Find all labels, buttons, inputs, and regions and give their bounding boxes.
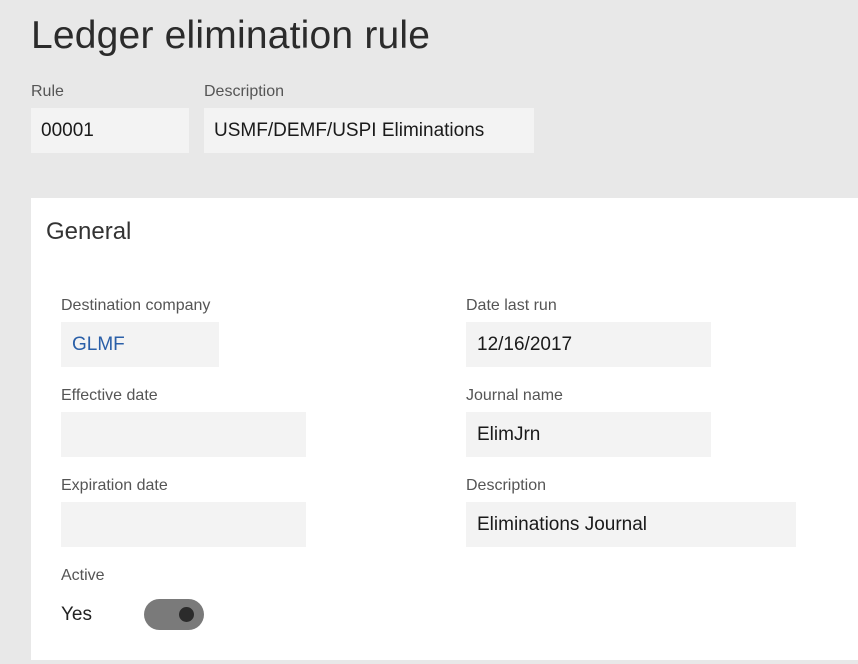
- journal-description-field[interactable]: Eliminations Journal: [466, 502, 796, 547]
- journal-description-label: Description: [466, 477, 547, 494]
- section-title-general: General: [46, 218, 132, 245]
- page-title: Ledger elimination rule: [31, 14, 431, 57]
- header-description-label: Description: [204, 83, 285, 100]
- journal-name-field[interactable]: ElimJrn: [466, 412, 711, 457]
- general-card: General Destination company GLMF Effecti…: [31, 198, 858, 660]
- effective-date-field[interactable]: [61, 412, 306, 457]
- destination-company-label: Destination company: [61, 297, 211, 314]
- expiration-date-field[interactable]: [61, 502, 306, 547]
- date-last-run-field: 12/16/2017: [466, 322, 711, 367]
- active-toggle-text: Yes: [61, 604, 92, 625]
- effective-date-label: Effective date: [61, 387, 158, 404]
- rule-field[interactable]: 00001: [31, 108, 189, 153]
- expiration-date-label: Expiration date: [61, 477, 168, 494]
- toggle-knob: [179, 607, 194, 622]
- journal-name-label: Journal name: [466, 387, 563, 404]
- header-description-field[interactable]: USMF/DEMF/USPI Eliminations: [204, 108, 534, 153]
- date-last-run-label: Date last run: [466, 297, 557, 314]
- rule-label: Rule: [31, 83, 64, 100]
- active-toggle[interactable]: [144, 599, 204, 630]
- destination-company-field[interactable]: GLMF: [61, 322, 219, 367]
- active-label: Active: [61, 567, 105, 584]
